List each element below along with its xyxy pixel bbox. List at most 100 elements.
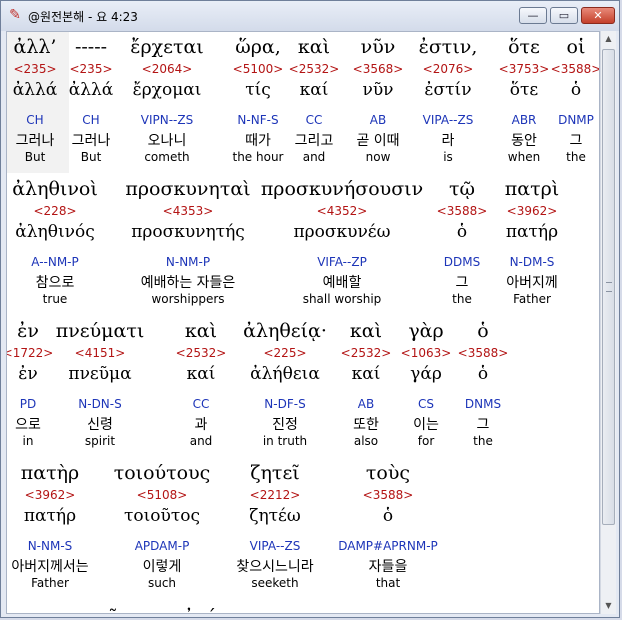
title-bar[interactable]: ✎ @원전본해 - 요 4:23 — ▭ ✕	[1, 1, 619, 31]
english-gloss[interactable]: Father	[31, 576, 69, 590]
parsing-code[interactable]: N-DF-S	[264, 397, 305, 411]
english-gloss[interactable]: is	[443, 150, 453, 164]
greek-word[interactable]: ὅτε	[508, 36, 540, 58]
korean-gloss[interactable]: 신령	[87, 414, 113, 434]
greek-word[interactable]: ἔρχεται	[130, 36, 204, 58]
parsing-code[interactable]: PD	[20, 397, 36, 411]
english-gloss[interactable]: Father	[513, 292, 551, 306]
strong-number[interactable]: <4352>	[317, 204, 368, 218]
korean-gloss[interactable]: 참으로	[36, 272, 75, 292]
korean-gloss[interactable]: 찾으시느니라	[236, 556, 313, 576]
strong-number[interactable]: <4151>	[75, 346, 126, 360]
minimize-button[interactable]: —	[519, 7, 547, 24]
lemma[interactable]: νῦν	[362, 80, 393, 100]
strong-number[interactable]: <5108>	[137, 488, 188, 502]
lemma[interactable]: ἔρχομαι	[133, 80, 202, 100]
parsing-code[interactable]: APDAM-P	[135, 539, 190, 553]
greek-word[interactable]: -----	[75, 36, 107, 58]
greek-word[interactable]: ἐστιν,	[419, 36, 478, 58]
greek-word[interactable]: προσκυνηταὶ	[125, 178, 250, 200]
korean-gloss[interactable]: 아버지께	[506, 272, 558, 292]
english-gloss[interactable]: when	[508, 150, 540, 164]
parsing-code[interactable]: ABR	[512, 113, 537, 127]
strong-number[interactable]: <1063>	[401, 346, 452, 360]
lemma[interactable]: ἀληθινός	[15, 222, 94, 242]
english-gloss[interactable]: worshippers	[151, 292, 224, 306]
greek-word[interactable]: ἀληθινοὶ	[12, 178, 98, 200]
strong-number[interactable]: <2532>	[289, 62, 340, 76]
scroll-down-arrow-icon[interactable]: ▼	[601, 598, 616, 614]
greek-word[interactable]: ἐν	[17, 320, 39, 342]
english-gloss[interactable]: But	[25, 150, 46, 164]
parsing-code[interactable]: A--NM-P	[31, 255, 79, 269]
lemma[interactable]: ὁ	[457, 222, 467, 242]
parsing-code[interactable]: VIPA--ZS	[423, 113, 474, 127]
greek-word[interactable]: ὥρα,	[235, 36, 281, 58]
scrollbar-thumb[interactable]	[602, 49, 615, 525]
korean-gloss[interactable]: 예배하는 자들은	[141, 272, 236, 292]
greek-word[interactable]: ἀληθείᾳ·	[243, 320, 327, 342]
strong-number[interactable]: <3588>	[458, 346, 509, 360]
english-gloss[interactable]: spirit	[85, 434, 115, 448]
korean-gloss[interactable]: 이는	[413, 414, 439, 434]
english-gloss[interactable]: the	[452, 292, 472, 306]
strong-number[interactable]: <225>	[263, 346, 306, 360]
parsing-code[interactable]: DDMS	[444, 255, 480, 269]
strong-number[interactable]: <3588>	[363, 488, 414, 502]
strong-number[interactable]: <5100>	[233, 62, 284, 76]
english-gloss[interactable]: in truth	[263, 434, 307, 448]
korean-gloss[interactable]: 라	[442, 130, 455, 150]
korean-gloss[interactable]: 아버지께서는	[11, 556, 88, 576]
strong-number[interactable]: <2076>	[423, 62, 474, 76]
strong-number[interactable]: <2532>	[341, 346, 392, 360]
strong-number[interactable]: <2064>	[142, 62, 193, 76]
pen-icon[interactable]: ✎	[7, 7, 23, 23]
strong-number[interactable]: <2212>	[250, 488, 301, 502]
korean-gloss[interactable]: 그	[477, 414, 490, 434]
english-gloss[interactable]: the	[566, 150, 586, 164]
english-gloss[interactable]: for	[418, 434, 435, 448]
parsing-code[interactable]: AB	[370, 113, 386, 127]
english-gloss[interactable]: But	[81, 150, 102, 164]
strong-number[interactable]: <3588>	[551, 62, 599, 76]
lemma[interactable]: ἀλήθεια	[250, 364, 320, 384]
lemma[interactable]: πνεῦμα	[68, 364, 131, 384]
english-gloss[interactable]: the hour	[233, 150, 284, 164]
greek-word[interactable]: ζητεῖ	[250, 462, 300, 484]
strong-number[interactable]: <3962>	[25, 488, 76, 502]
lemma[interactable]: ζητέω	[249, 506, 300, 526]
parsing-code[interactable]: N-NM-S	[28, 539, 73, 553]
korean-gloss[interactable]: 으로	[15, 414, 41, 434]
parsing-code[interactable]: CH	[26, 113, 43, 127]
lemma[interactable]: ἐν	[18, 364, 37, 384]
parsing-code[interactable]: VIPA--ZS	[250, 539, 301, 553]
lemma[interactable]: προσκυνέω	[294, 222, 391, 242]
lemma[interactable]: πατήρ	[506, 222, 558, 242]
strong-number[interactable]: <3753>	[499, 62, 550, 76]
english-gloss[interactable]: true	[43, 292, 68, 306]
korean-gloss[interactable]: 자들을	[369, 556, 408, 576]
lemma[interactable]: τοιοῦτος	[124, 506, 200, 526]
korean-gloss[interactable]: 그리고	[295, 130, 334, 150]
strong-number[interactable]: <4353>	[163, 204, 214, 218]
parsing-code[interactable]: N-DM-S	[510, 255, 555, 269]
parsing-code[interactable]: AB	[358, 397, 374, 411]
parsing-code[interactable]: CC	[193, 397, 210, 411]
strong-number[interactable]: <1722>	[7, 346, 53, 360]
lemma[interactable]: ὁ	[571, 80, 581, 100]
vertical-scrollbar[interactable]: ▲ ▼	[600, 31, 616, 614]
english-gloss[interactable]: and	[190, 434, 213, 448]
english-gloss[interactable]: shall worship	[303, 292, 382, 306]
greek-word[interactable]: προσκυνήσουσιν	[261, 178, 423, 200]
lemma[interactable]: ὅτε	[510, 80, 538, 100]
strong-number[interactable]: <235>	[13, 62, 56, 76]
english-gloss[interactable]: such	[148, 576, 176, 590]
lemma[interactable]: ὁ	[383, 506, 393, 526]
greek-word[interactable]: ὁ	[477, 320, 488, 342]
korean-gloss[interactable]: 그러나	[72, 130, 111, 150]
strong-number[interactable]: <3962>	[507, 204, 558, 218]
greek-word[interactable]: πατρὶ	[505, 178, 559, 200]
scroll-up-arrow-icon[interactable]: ▲	[601, 31, 616, 47]
lemma[interactable]: καί	[352, 364, 381, 384]
greek-word[interactable]: τῷ	[449, 178, 475, 200]
